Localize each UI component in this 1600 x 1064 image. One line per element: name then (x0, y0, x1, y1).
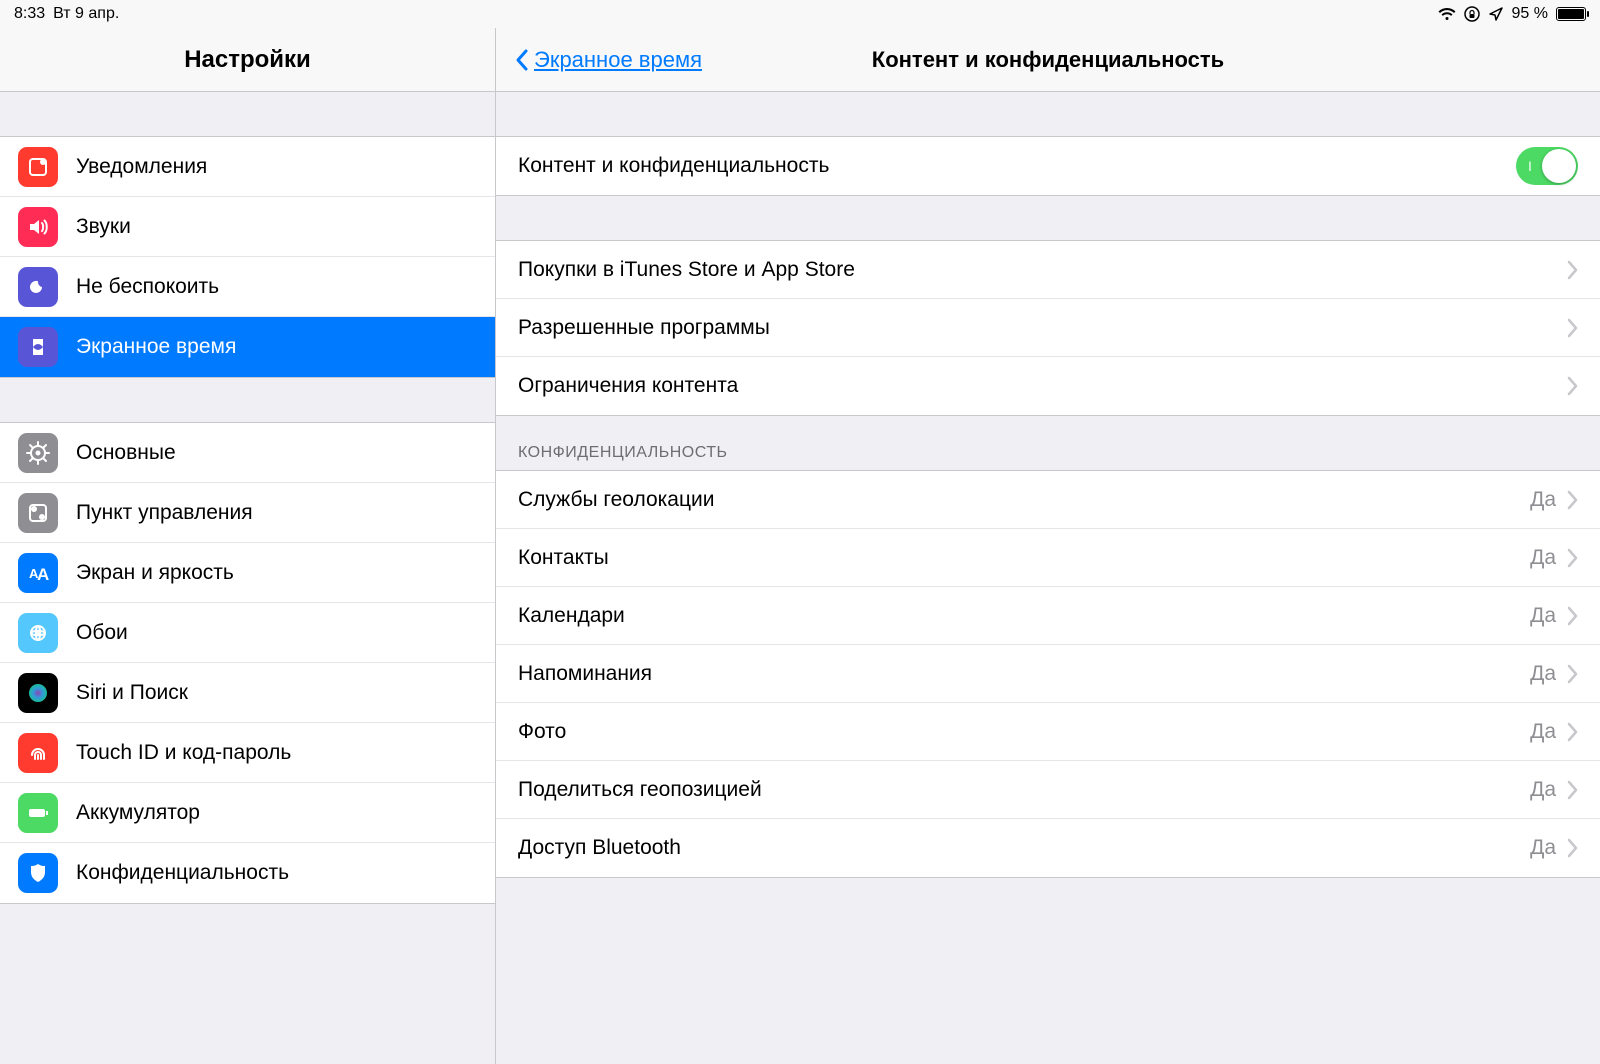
cell-value: Да (1530, 720, 1556, 744)
chevron-right-icon (1566, 606, 1578, 626)
orientation-lock-icon (1464, 6, 1480, 22)
cell-value: Да (1530, 778, 1556, 802)
chevron-right-icon (1566, 548, 1578, 568)
sidebar-item-label: Экран и яркость (76, 561, 477, 585)
cell-label: Покупки в iTunes Store и App Store (518, 258, 1566, 282)
toggle-label: Контент и конфиденциальность (518, 154, 1516, 178)
sidebar-item-touchid[interactable]: Touch ID и код-пароль (0, 723, 495, 783)
settings-cell[interactable]: НапоминанияДа (496, 645, 1600, 703)
cell-label: Ограничения контента (518, 374, 1566, 398)
sidebar-item-screentime[interactable]: Экранное время (0, 317, 495, 377)
sidebar-item-label: Siri и Поиск (76, 681, 477, 705)
sidebar-item-label: Не беспокоить (76, 275, 477, 299)
sidebar-item-notifications[interactable]: Уведомления (0, 137, 495, 197)
battery-percent: 95 % (1512, 5, 1548, 23)
settings-cell[interactable]: КонтактыДа (496, 529, 1600, 587)
settings-cell[interactable]: Поделиться геопозициейДа (496, 761, 1600, 819)
cell-label: Контакты (518, 546, 1530, 570)
status-bar: 8:33 Вт 9 апр. 95 % (0, 0, 1600, 28)
battery-icon (18, 793, 58, 833)
sidebar-title: Настройки (0, 28, 495, 92)
back-label: Экранное время (534, 47, 702, 73)
chevron-right-icon (1566, 664, 1578, 684)
cell-label: Службы геолокации (518, 488, 1530, 512)
settings-cell[interactable]: Доступ BluetoothДа (496, 819, 1600, 877)
settings-cell[interactable]: ФотоДа (496, 703, 1600, 761)
sidebar-item-privacy[interactable]: Конфиденциальность (0, 843, 495, 903)
display-icon: AA (18, 553, 58, 593)
toggle-switch[interactable]: I (1516, 147, 1578, 185)
sidebar-item-display[interactable]: AA Экран и яркость (0, 543, 495, 603)
cell-value: Да (1530, 488, 1556, 512)
settings-cell[interactable]: Разрешенные программы (496, 299, 1600, 357)
cell-value: Да (1530, 662, 1556, 686)
detail-header: Экранное время Контент и конфиденциально… (496, 28, 1600, 92)
content-privacy-toggle-row[interactable]: Контент и конфиденциальность I (496, 137, 1600, 195)
settings-sidebar: Настройки Уведомления Звуки Не беспокоить Э… (0, 28, 496, 1064)
sidebar-item-wallpaper[interactable]: Обои (0, 603, 495, 663)
sidebar-item-battery[interactable]: Аккумулятор (0, 783, 495, 843)
touchid-icon (18, 733, 58, 773)
sidebar-item-label: Уведомления (76, 155, 477, 179)
chevron-right-icon (1566, 722, 1578, 742)
notifications-icon (18, 147, 58, 187)
privacy-icon (18, 853, 58, 893)
sidebar-item-label: Touch ID и код-пароль (76, 741, 477, 765)
screentime-icon (18, 327, 58, 367)
back-button[interactable]: Экранное время (514, 47, 702, 73)
chevron-right-icon (1566, 318, 1578, 338)
wifi-icon (1438, 7, 1456, 21)
cell-label: Календари (518, 604, 1530, 628)
chevron-right-icon (1566, 490, 1578, 510)
wallpaper-icon (18, 613, 58, 653)
sidebar-item-label: Аккумулятор (76, 801, 477, 825)
chevron-right-icon (1566, 838, 1578, 858)
svg-text:A: A (37, 565, 49, 584)
sidebar-item-control[interactable]: Пункт управления (0, 483, 495, 543)
sidebar-item-dnd[interactable]: Не беспокоить (0, 257, 495, 317)
detail-pane: Экранное время Контент и конфиденциально… (496, 28, 1600, 1064)
sidebar-item-label: Конфиденциальность (76, 861, 477, 885)
chevron-right-icon (1566, 780, 1578, 800)
chevron-right-icon (1566, 376, 1578, 396)
sidebar-item-label: Основные (76, 441, 477, 465)
cell-label: Фото (518, 720, 1530, 744)
cell-label: Поделиться геопозицией (518, 778, 1530, 802)
cell-value: Да (1530, 604, 1556, 628)
privacy-section-header: КОНФИДЕНЦИАЛЬНОСТЬ (496, 416, 1600, 470)
chevron-left-icon (514, 48, 530, 72)
page-title: Контент и конфиденциальность (872, 47, 1224, 72)
cell-value: Да (1530, 836, 1556, 860)
status-time: 8:33 (14, 5, 45, 23)
settings-cell[interactable]: Покупки в iTunes Store и App Store (496, 241, 1600, 299)
sidebar-item-siri[interactable]: Siri и Поиск (0, 663, 495, 723)
sidebar-item-general[interactable]: Основные (0, 423, 495, 483)
cell-label: Разрешенные программы (518, 316, 1566, 340)
general-icon (18, 433, 58, 473)
cell-label: Напоминания (518, 662, 1530, 686)
sounds-icon (18, 207, 58, 247)
sidebar-item-label: Экранное время (76, 335, 477, 359)
sidebar-item-label: Обои (76, 621, 477, 645)
status-date: Вт 9 апр. (53, 5, 119, 23)
sidebar-item-label: Звуки (76, 215, 477, 239)
location-icon (1488, 6, 1504, 22)
dnd-icon (18, 267, 58, 307)
siri-icon (18, 673, 58, 713)
settings-cell[interactable]: Службы геолокацииДа (496, 471, 1600, 529)
chevron-right-icon (1566, 260, 1578, 280)
control-icon (18, 493, 58, 533)
cell-value: Да (1530, 546, 1556, 570)
sidebar-item-sounds[interactable]: Звуки (0, 197, 495, 257)
settings-cell[interactable]: КалендариДа (496, 587, 1600, 645)
settings-cell[interactable]: Ограничения контента (496, 357, 1600, 415)
sidebar-item-label: Пункт управления (76, 501, 477, 525)
cell-label: Доступ Bluetooth (518, 836, 1530, 860)
battery-icon (1556, 7, 1586, 21)
